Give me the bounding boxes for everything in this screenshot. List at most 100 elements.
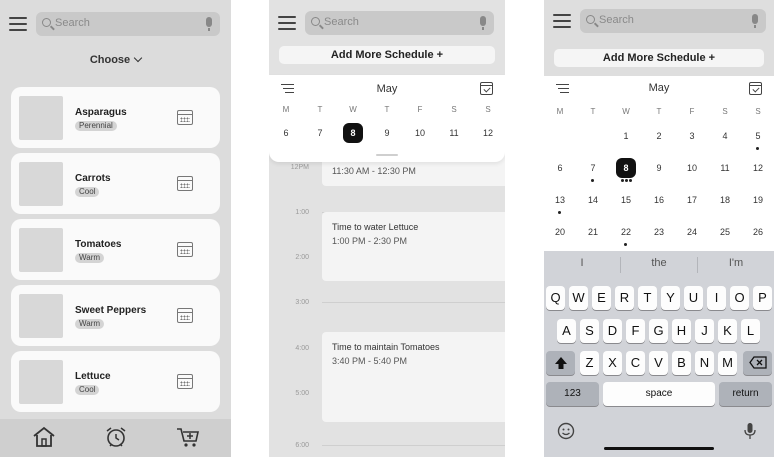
day-cell[interactable]: 16 (649, 190, 669, 210)
day-cell[interactable]: 14 (583, 190, 603, 210)
emoji-icon[interactable] (557, 422, 575, 440)
day-cell[interactable]: 7 (310, 123, 330, 143)
key[interactable]: I (707, 286, 726, 310)
add-schedule-button[interactable]: Add More Schedule + (554, 49, 764, 67)
suggestion[interactable]: the (621, 257, 697, 273)
microphone-icon[interactable] (206, 17, 212, 31)
day-cell[interactable]: 10 (410, 123, 430, 143)
key[interactable]: B (672, 351, 691, 375)
menu-icon[interactable] (553, 14, 571, 28)
key[interactable]: E (592, 286, 611, 310)
key[interactable]: G (649, 319, 668, 343)
suggestion[interactable]: I'm (698, 257, 774, 273)
key[interactable]: C (626, 351, 645, 375)
key[interactable]: N (695, 351, 714, 375)
key[interactable]: P (753, 286, 772, 310)
day-cell[interactable]: 10 (682, 158, 702, 178)
day-cell[interactable]: 12 (478, 123, 498, 143)
key[interactable]: W (569, 286, 588, 310)
key[interactable]: L (741, 319, 760, 343)
day-cell[interactable]: 23 (649, 222, 669, 242)
add-schedule-button[interactable]: Add More Schedule + (279, 46, 495, 64)
key[interactable]: Y (661, 286, 680, 310)
key[interactable]: Q (546, 286, 565, 310)
calendar-check-icon[interactable] (480, 82, 493, 95)
day-cell[interactable]: 2 (649, 126, 669, 146)
day-cell[interactable]: 22 (616, 222, 636, 242)
cart-add-icon[interactable] (175, 425, 201, 449)
key[interactable]: M (718, 351, 737, 375)
key[interactable]: A (557, 319, 576, 343)
key[interactable]: J (695, 319, 714, 343)
day-cell[interactable]: 15 (616, 190, 636, 210)
day-cell[interactable]: 21 (583, 222, 603, 242)
calendar-icon[interactable] (177, 242, 193, 257)
crop-card[interactable]: Tomatoes Warm (11, 219, 220, 280)
return-key[interactable]: return (719, 382, 772, 406)
calendar-icon[interactable] (177, 110, 193, 125)
alarm-clock-icon[interactable] (103, 425, 129, 449)
day-cell[interactable]: 12 (748, 158, 768, 178)
calendar-check-icon[interactable] (749, 82, 762, 95)
day-cell[interactable]: 7 (583, 158, 603, 178)
crop-card[interactable]: Lettuce Cool (11, 351, 220, 412)
shift-key[interactable] (546, 351, 575, 375)
day-cell[interactable]: 9 (649, 158, 669, 178)
day-cell[interactable]: 6 (276, 123, 296, 143)
key[interactable]: U (684, 286, 703, 310)
home-icon[interactable] (31, 425, 57, 449)
calendar-icon[interactable] (177, 308, 193, 323)
key[interactable]: D (603, 319, 622, 343)
calendar-icon[interactable] (177, 176, 193, 191)
key[interactable]: T (638, 286, 657, 310)
search-input[interactable]: Search (305, 11, 494, 35)
day-cell[interactable]: 25 (715, 222, 735, 242)
day-cell[interactable]: 18 (715, 190, 735, 210)
month-label: May (376, 83, 398, 95)
crop-card[interactable]: Asparagus Perennial (11, 87, 220, 148)
key[interactable]: V (649, 351, 668, 375)
day-cell[interactable]: 3 (682, 126, 702, 146)
schedule-event[interactable]: Time to water Lettuce 1:00 PM - 2:30 PM (322, 212, 505, 281)
schedule-event[interactable]: Time to maintain Tomatoes 3:40 PM - 5:40… (322, 332, 505, 422)
day-cell[interactable]: 5 (748, 126, 768, 146)
key[interactable]: Z (580, 351, 599, 375)
calendar-icon[interactable] (177, 374, 193, 389)
key[interactable]: H (672, 319, 691, 343)
day-cell[interactable]: 6 (550, 158, 570, 178)
day-cell[interactable]: 13 (550, 190, 570, 210)
crop-card[interactable]: Carrots Cool (11, 153, 220, 214)
day-cell[interactable]: 17 (682, 190, 702, 210)
backspace-key[interactable] (743, 351, 772, 375)
menu-icon[interactable] (278, 16, 296, 30)
menu-icon[interactable] (9, 17, 27, 31)
day-cell[interactable]: 26 (748, 222, 768, 242)
keyboard-microphone-icon[interactable] (743, 422, 757, 440)
drag-handle[interactable] (376, 154, 398, 156)
microphone-icon[interactable] (752, 14, 758, 28)
key[interactable]: R (615, 286, 634, 310)
numbers-key[interactable]: 123 (546, 382, 599, 406)
day-cell-selected[interactable]: 8 (616, 158, 636, 178)
day-cell[interactable]: 20 (550, 222, 570, 242)
key[interactable]: F (626, 319, 645, 343)
day-cell[interactable]: 19 (748, 190, 768, 210)
microphone-icon[interactable] (480, 16, 486, 30)
key[interactable]: K (718, 319, 737, 343)
key[interactable]: X (603, 351, 622, 375)
space-key[interactable]: space (603, 382, 715, 406)
search-input[interactable]: Search (36, 12, 220, 36)
day-cell[interactable]: 24 (682, 222, 702, 242)
day-cell-selected[interactable]: 8 (343, 123, 363, 143)
crop-card[interactable]: Sweet Peppers Warm (11, 285, 220, 346)
day-cell[interactable]: 9 (377, 123, 397, 143)
day-cell[interactable]: 1 (616, 126, 636, 146)
choose-dropdown[interactable]: Choose (0, 53, 231, 66)
day-cell[interactable]: 11 (444, 123, 464, 143)
day-cell[interactable]: 11 (715, 158, 735, 178)
search-input[interactable]: Search (580, 9, 766, 33)
day-cell[interactable]: 4 (715, 126, 735, 146)
key[interactable]: O (730, 286, 749, 310)
key[interactable]: S (580, 319, 599, 343)
suggestion[interactable]: I (544, 257, 620, 273)
